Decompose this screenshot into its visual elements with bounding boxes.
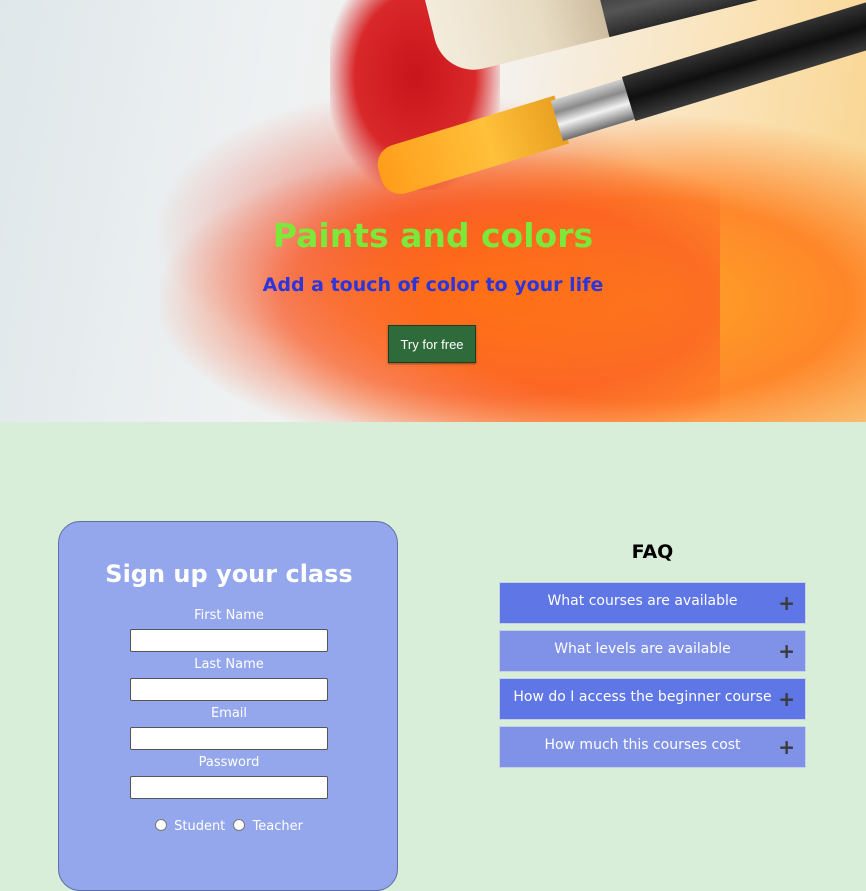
hero-banner: Paints and colors Add a touch of color t… xyxy=(0,0,866,422)
faq-question: How much this courses cost xyxy=(544,737,741,753)
first-name-label: First Name xyxy=(194,608,264,623)
email-label: Email xyxy=(210,706,248,721)
student-radio[interactable] xyxy=(154,819,167,831)
role-selector: Student Teacher xyxy=(59,819,399,834)
hero-subtitle: Add a touch of color to your life xyxy=(262,274,604,296)
last-name-label: Last Name xyxy=(194,657,264,672)
last-name-field[interactable] xyxy=(130,678,328,701)
first-name-field[interactable] xyxy=(130,629,328,652)
faq-item-cost[interactable]: How much this courses cost + xyxy=(499,726,806,768)
faq-item-levels[interactable]: What levels are available + xyxy=(499,630,806,672)
email-field[interactable] xyxy=(130,727,328,750)
plus-icon: + xyxy=(778,591,795,615)
role-option-teacher: Teacher xyxy=(233,819,303,834)
role-option-student: Student xyxy=(154,819,229,834)
teacher-label: Teacher xyxy=(252,819,304,834)
signup-title: Sign up your class xyxy=(105,560,353,588)
try-for-free-button[interactable]: Try for free xyxy=(388,325,476,363)
faq-item-courses[interactable]: What courses are available + xyxy=(499,582,806,624)
student-label: Student xyxy=(174,819,226,834)
plus-icon: + xyxy=(778,735,795,759)
hero-title: Paints and colors xyxy=(272,216,594,255)
plus-icon: + xyxy=(778,687,795,711)
faq-item-beginner-access[interactable]: How do I access the beginner course + xyxy=(499,678,806,720)
password-label: Password xyxy=(198,755,260,770)
faq-question: How do I access the beginner course xyxy=(513,689,772,705)
faq-question: What courses are available xyxy=(547,593,738,609)
faq-title: FAQ xyxy=(631,541,674,563)
plus-icon: + xyxy=(778,639,795,663)
teacher-radio[interactable] xyxy=(233,819,246,831)
password-field[interactable] xyxy=(130,776,328,799)
faq-question: What levels are available xyxy=(554,641,731,657)
signup-form: Sign up your class First Name Last Name … xyxy=(58,521,398,891)
